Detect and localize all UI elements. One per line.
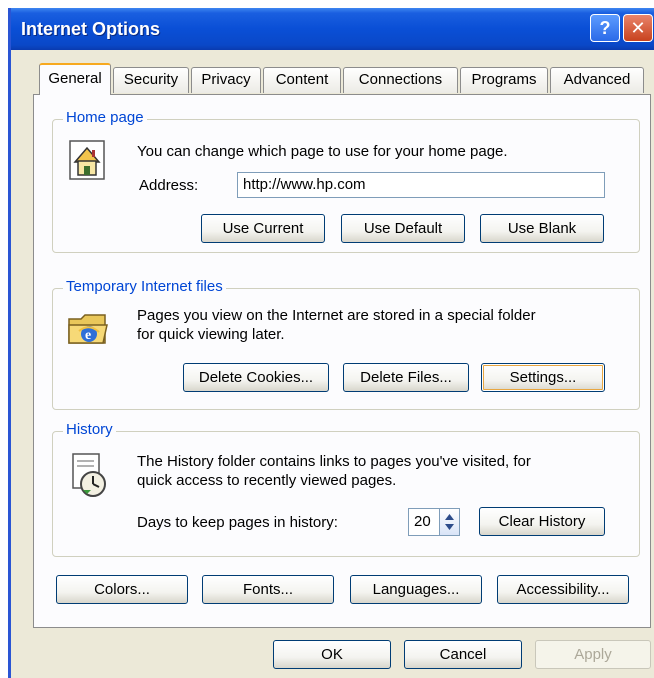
colors-button[interactable]: Colors... (56, 575, 188, 604)
fonts-button[interactable]: Fonts... (202, 575, 334, 604)
tab-connections[interactable]: Connections (343, 67, 458, 93)
window-title: Internet Options (21, 19, 160, 39)
use-default-button[interactable]: Use Default (341, 214, 465, 243)
accessibility-button[interactable]: Accessibility... (497, 575, 629, 604)
help-button[interactable]: ? (590, 14, 620, 42)
cancel-button[interactable]: Cancel (404, 640, 522, 669)
home-page-description: You can change which page to use for you… (137, 143, 508, 160)
settings-button[interactable]: Settings... (481, 363, 605, 392)
clear-history-button[interactable]: Clear History (479, 507, 605, 536)
address-field[interactable]: http://www.hp.com (237, 172, 605, 198)
tab-general[interactable]: General (39, 63, 111, 95)
home-page-group: Home page You can change which page to u… (52, 109, 640, 253)
history-group: History The History folder contains link… (52, 421, 640, 557)
ok-button[interactable]: OK (273, 640, 391, 669)
history-line1: The History folder contains links to pag… (137, 453, 531, 470)
internet-options-window: Internet Options ? ✕ General Security Pr… (8, 8, 654, 678)
tab-programs[interactable]: Programs (460, 67, 548, 93)
tab-security[interactable]: Security (113, 67, 189, 93)
tab-advanced[interactable]: Advanced (550, 67, 644, 93)
history-group-title: History (63, 421, 116, 438)
days-spinner[interactable] (440, 508, 460, 536)
languages-button[interactable]: Languages... (350, 575, 482, 604)
tab-privacy[interactable]: Privacy (191, 67, 261, 93)
ie-folder-icon: e (68, 314, 108, 344)
temp-files-group-title: Temporary Internet files (63, 278, 226, 295)
apply-button[interactable]: Apply (535, 640, 651, 669)
delete-files-button[interactable]: Delete Files... (343, 363, 469, 392)
close-button[interactable]: ✕ (623, 14, 653, 42)
days-label: Days to keep pages in history: (137, 514, 338, 531)
title-bar[interactable]: Internet Options ? ✕ (11, 8, 654, 50)
use-blank-button[interactable]: Use Blank (480, 214, 604, 243)
history-clock-icon (72, 453, 106, 497)
spinner-arrows-icon (445, 514, 454, 530)
delete-cookies-button[interactable]: Delete Cookies... (183, 363, 329, 392)
address-label: Address: (139, 177, 199, 194)
general-tab-panel: Home page You can change which page to u… (33, 94, 651, 628)
tab-content[interactable]: Content (263, 67, 341, 93)
home-page-group-title: Home page (63, 109, 147, 126)
history-line2: quick access to recently viewed pages. (137, 472, 397, 489)
temp-files-line2: for quick viewing later. (137, 326, 285, 343)
days-input[interactable]: 20 (408, 508, 440, 536)
home-page-icon (69, 140, 105, 180)
temp-files-group: Temporary Internet files e Pages you vie… (52, 278, 640, 410)
temp-files-line1: Pages you view on the Internet are store… (137, 307, 536, 324)
svg-text:e: e (85, 328, 91, 343)
use-current-button[interactable]: Use Current (201, 214, 325, 243)
